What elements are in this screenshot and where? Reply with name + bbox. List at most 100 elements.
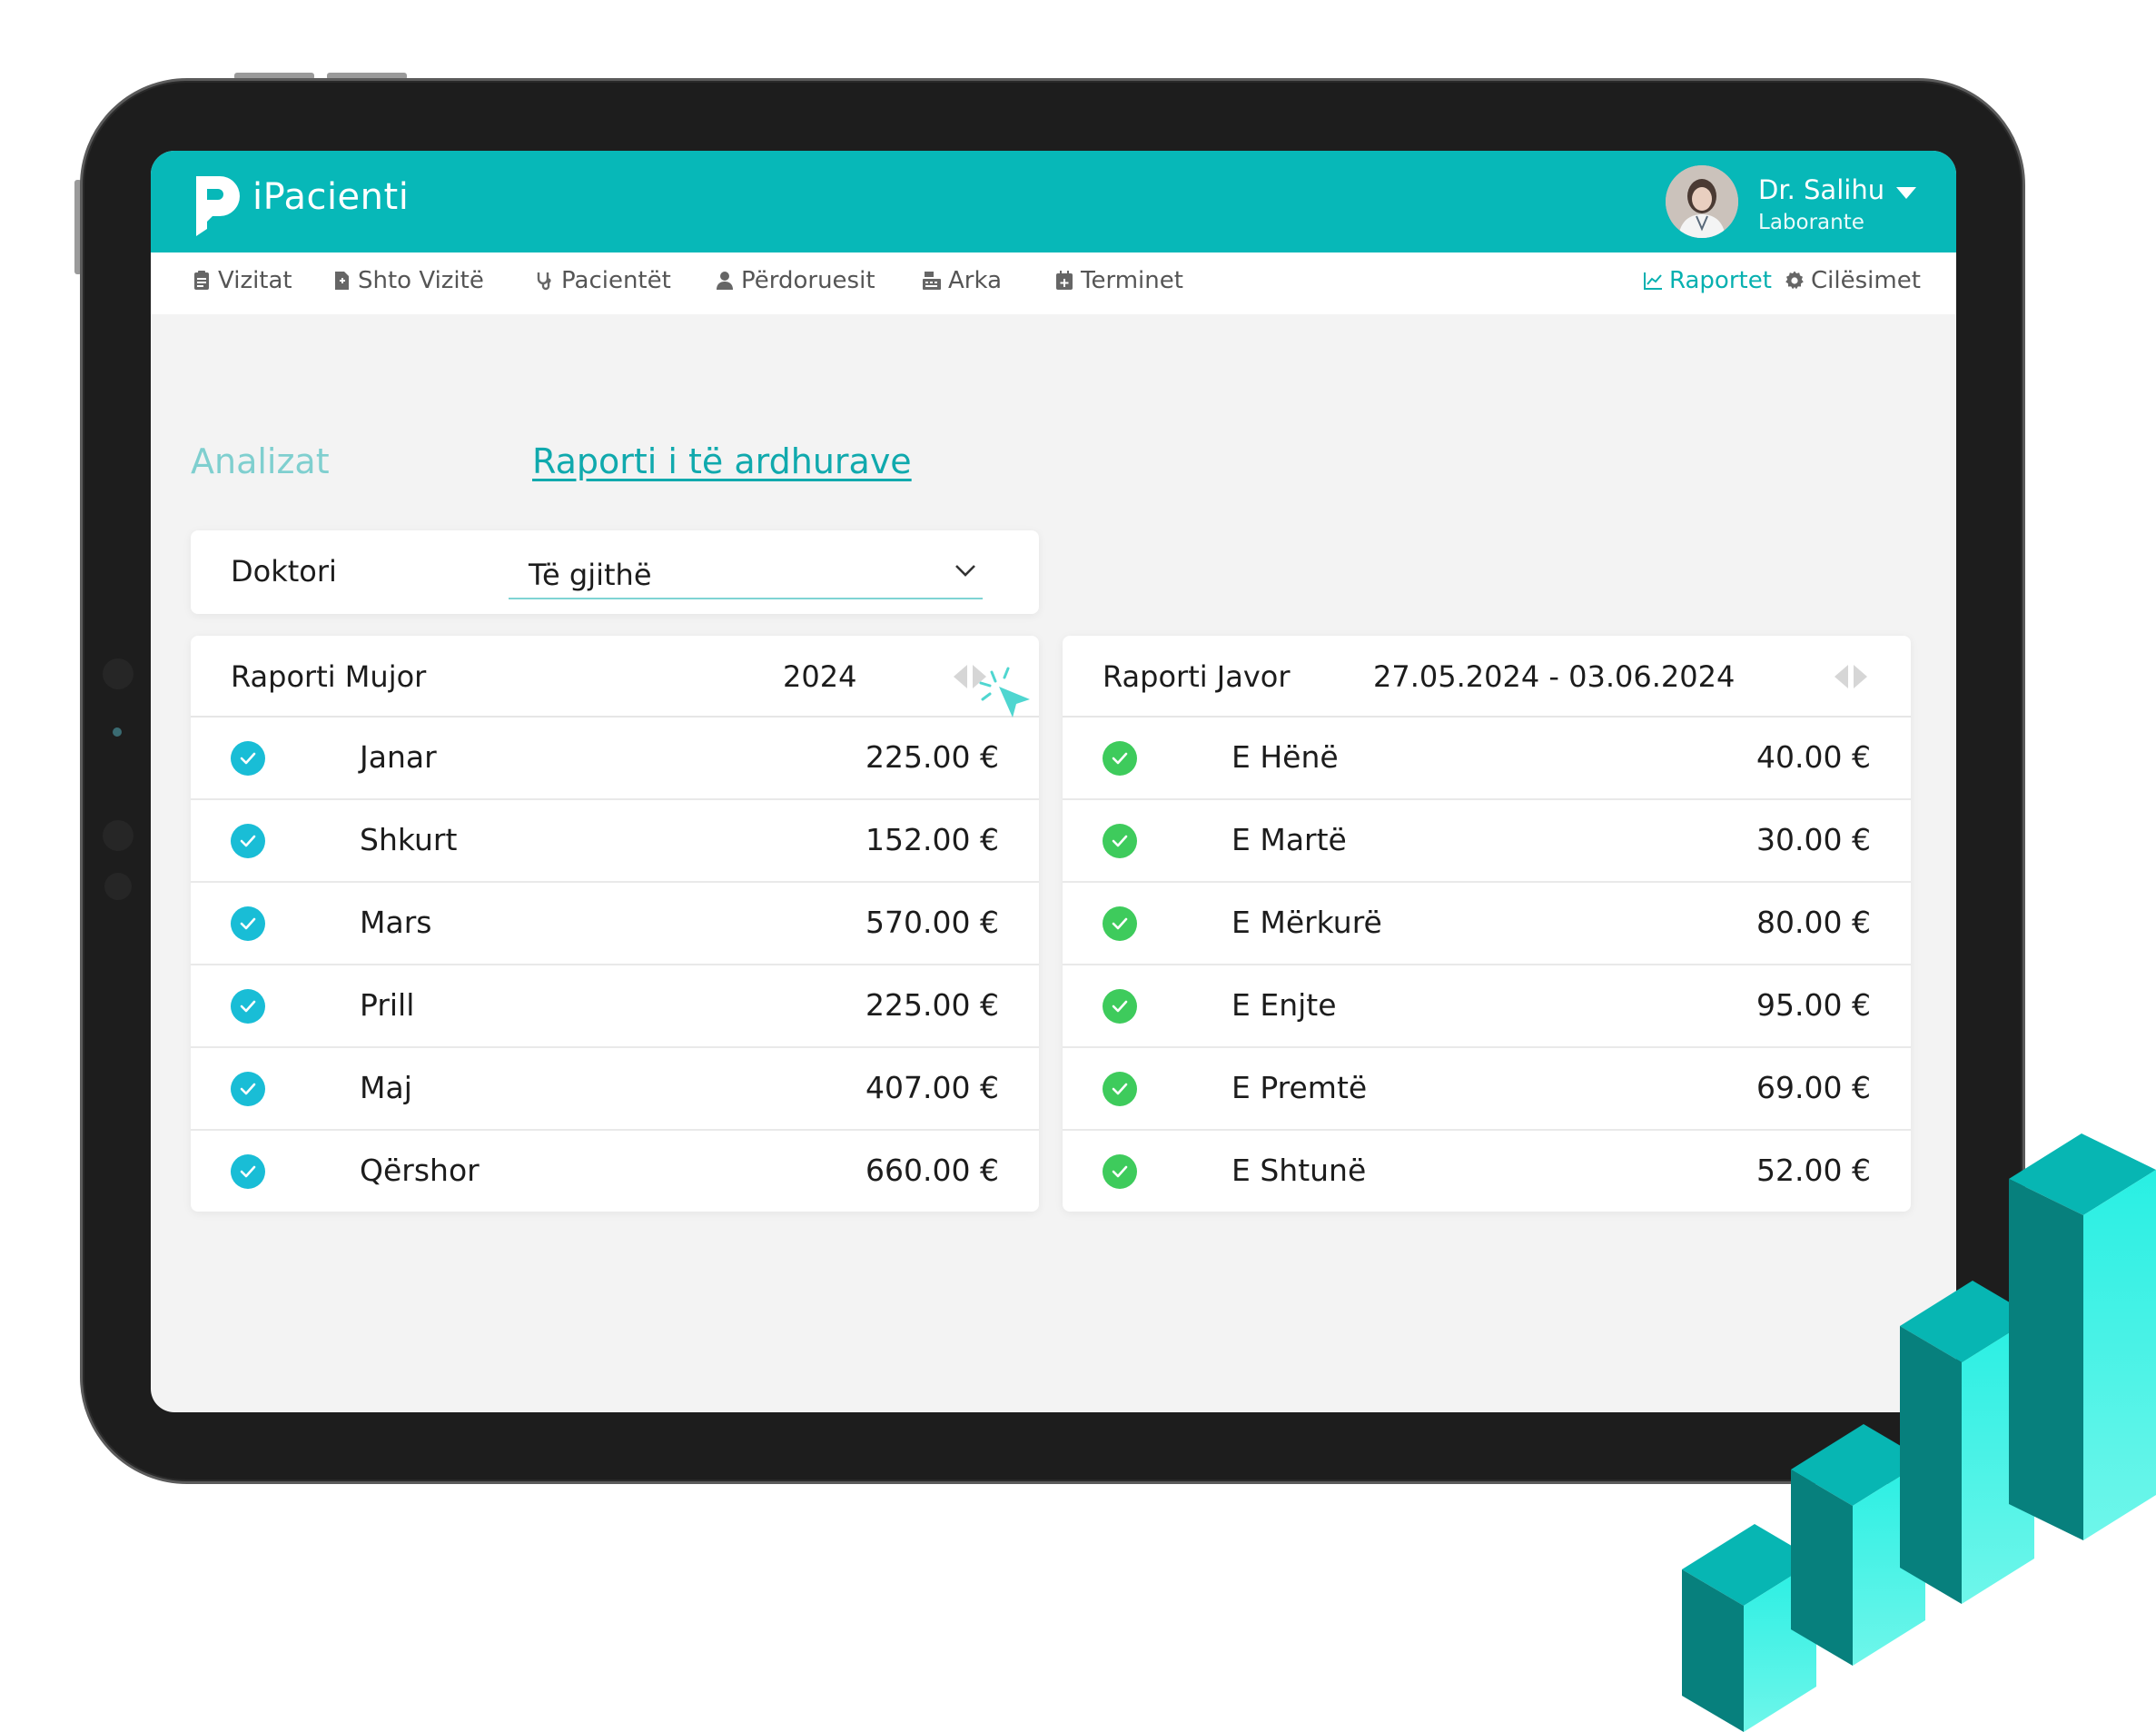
nav-label: Terminet — [1081, 267, 1183, 294]
row-label: E Martë — [1231, 822, 1347, 857]
monthly-report-panel: Raporti Mujor 2024 Janar 225.00 € Shkurt 15… — [191, 636, 1039, 1212]
nav-label: Shto Vizitë — [358, 267, 484, 294]
nav-label: Raportet — [1669, 267, 1772, 294]
decorative-bar-chart-illustration — [1682, 1133, 2156, 1732]
nav-label: Arka — [948, 267, 1003, 294]
doctor-select-value: Të gjithë — [529, 558, 652, 592]
check-circle-icon — [231, 989, 265, 1024]
check-circle-icon — [231, 824, 265, 858]
nav-label: Pacientët — [561, 267, 671, 294]
row-label: E Mërkurë — [1231, 905, 1382, 940]
check-circle-icon — [1103, 906, 1137, 941]
row-amount: 152.00 € — [865, 822, 999, 857]
nav-label: Vizitat — [218, 267, 292, 294]
weekly-report-range: 27.05.2024 - 03.06.2024 — [1373, 659, 1736, 694]
check-circle-icon — [231, 1154, 265, 1189]
row-amount: 95.00 € — [1756, 987, 1871, 1023]
row-amount: 40.00 € — [1756, 739, 1871, 775]
monthly-report-row: Prill 225.00 € — [191, 965, 1039, 1048]
top-bar: iPacienti Dr. Salihu Laborante — [151, 151, 1956, 252]
stethoscope-icon — [537, 272, 551, 291]
nav-item-shto-vizite[interactable]: Shto Vizitë — [331, 267, 484, 294]
user-avatar[interactable] — [1666, 165, 1738, 238]
row-label: Mars — [360, 905, 432, 940]
check-circle-icon — [1103, 824, 1137, 858]
nav-item-arka[interactable]: Arka — [921, 267, 1002, 294]
nav-item-perdoruesit[interactable]: Përdoruesit — [714, 267, 875, 294]
previous-arrow-icon[interactable] — [1835, 665, 1848, 688]
nav-item-pacientet[interactable]: Pacientët — [534, 267, 671, 294]
nav-item-cilesimet[interactable]: Cilësimet — [1784, 267, 1921, 294]
monthly-report-row: Janar 225.00 € — [191, 718, 1039, 800]
check-circle-icon — [231, 906, 265, 941]
row-label: E Premtë — [1231, 1070, 1368, 1105]
check-circle-icon — [1103, 1154, 1137, 1189]
avatar-portrait-icon — [1666, 165, 1738, 238]
doctor-filter-card: Doktori Të gjithë — [191, 530, 1039, 614]
row-label: Maj — [360, 1070, 412, 1105]
camera-dot — [103, 658, 134, 689]
check-circle-icon — [1103, 989, 1137, 1024]
tab-analizat[interactable]: Analizat — [191, 441, 330, 481]
weekly-report-row: E Enjte 95.00 € — [1063, 965, 1911, 1048]
chevron-down-icon — [955, 565, 975, 577]
brand-name: iPacienti — [252, 176, 410, 218]
row-amount: 660.00 € — [865, 1153, 999, 1188]
row-label: E Shtunë — [1231, 1153, 1367, 1188]
row-label: Prill — [360, 987, 415, 1023]
check-circle-icon — [1103, 1072, 1137, 1106]
row-label: E Enjte — [1231, 987, 1337, 1023]
nav-label: Cilësimet — [1811, 267, 1921, 294]
monthly-report-title: Raporti Mujor — [231, 659, 427, 694]
camera-dot — [104, 873, 132, 900]
clipboard-icon — [194, 271, 209, 290]
user-name[interactable]: Dr. Salihu — [1758, 174, 1884, 205]
add-document-icon — [335, 272, 349, 290]
row-label: Qërshor — [360, 1153, 480, 1188]
row-label: Janar — [360, 739, 437, 775]
row-amount: 69.00 € — [1756, 1070, 1871, 1105]
row-label: E Hënë — [1231, 739, 1339, 775]
nav-item-vizitat[interactable]: Vizitat — [191, 267, 292, 294]
monthly-report-row: Maj 407.00 € — [191, 1048, 1039, 1131]
weekly-report-row: E Martë 30.00 € — [1063, 800, 1911, 883]
doctor-filter-label: Doktori — [231, 554, 337, 589]
monthly-report-row: Qërshor 660.00 € — [191, 1131, 1039, 1212]
cash-register-icon — [923, 272, 941, 290]
row-amount: 407.00 € — [865, 1070, 999, 1105]
row-amount: 30.00 € — [1756, 822, 1871, 857]
tab-raporti-te-ardhurave[interactable]: Raporti i të ardhurave — [532, 441, 912, 481]
weekly-report-row: E Mërkurë 80.00 € — [1063, 883, 1911, 965]
ipacienti-logo-icon — [196, 176, 240, 236]
weekly-report-arrows — [1835, 665, 1867, 688]
next-arrow-icon[interactable] — [1854, 665, 1867, 688]
weekly-report-row: E Hënë 40.00 € — [1063, 718, 1911, 800]
doctor-select[interactable]: Të gjithë — [509, 541, 983, 599]
camera-dot — [113, 727, 122, 737]
gear-icon — [1785, 271, 1804, 290]
click-cursor-icon — [979, 667, 1030, 718]
nav-item-terminet[interactable]: Terminet — [1053, 267, 1183, 294]
monthly-report-header: Raporti Mujor 2024 — [191, 636, 1039, 718]
row-amount: 225.00 € — [865, 739, 999, 775]
row-amount: 80.00 € — [1756, 905, 1871, 940]
nav-item-raportet[interactable]: Raportet — [1642, 267, 1772, 294]
monthly-report-list: Janar 225.00 € Shkurt 152.00 € Mars 570.00 € P… — [191, 718, 1039, 1212]
check-circle-icon — [231, 1072, 265, 1106]
row-amount: 570.00 € — [865, 905, 999, 940]
row-amount: 225.00 € — [865, 987, 999, 1023]
check-circle-icon — [231, 741, 265, 776]
user-role: Laborante — [1758, 211, 1864, 234]
main-nav: Vizitat Shto Vizitë Pacientët Përdoruesi… — [151, 252, 1956, 314]
monthly-report-year: 2024 — [783, 659, 857, 694]
weekly-report-title: Raporti Javor — [1103, 659, 1291, 694]
check-circle-icon — [1103, 741, 1137, 776]
users-icon — [717, 272, 733, 290]
previous-arrow-icon[interactable] — [954, 665, 967, 688]
monthly-report-row: Mars 570.00 € — [191, 883, 1039, 965]
user-menu-caret-icon[interactable] — [1896, 187, 1916, 199]
row-label: Shkurt — [360, 822, 458, 857]
chart-line-icon — [1644, 272, 1662, 290]
nav-label: Përdoruesit — [741, 267, 875, 294]
monthly-report-row: Shkurt 152.00 € — [191, 800, 1039, 883]
